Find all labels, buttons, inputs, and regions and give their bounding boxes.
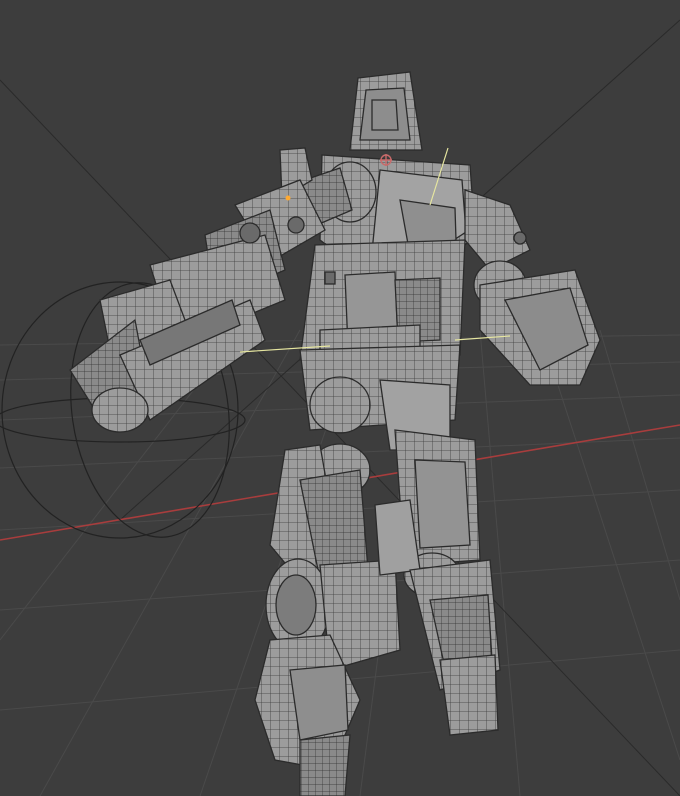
viewport-canvas[interactable] [0,0,680,796]
right-arm [464,189,601,386]
left-leg [254,443,401,796]
robot-mesh[interactable] [69,71,601,796]
left-arm-cannon [69,147,326,433]
light-origin-icon[interactable] [285,195,291,201]
3d-viewport[interactable] [0,0,680,796]
